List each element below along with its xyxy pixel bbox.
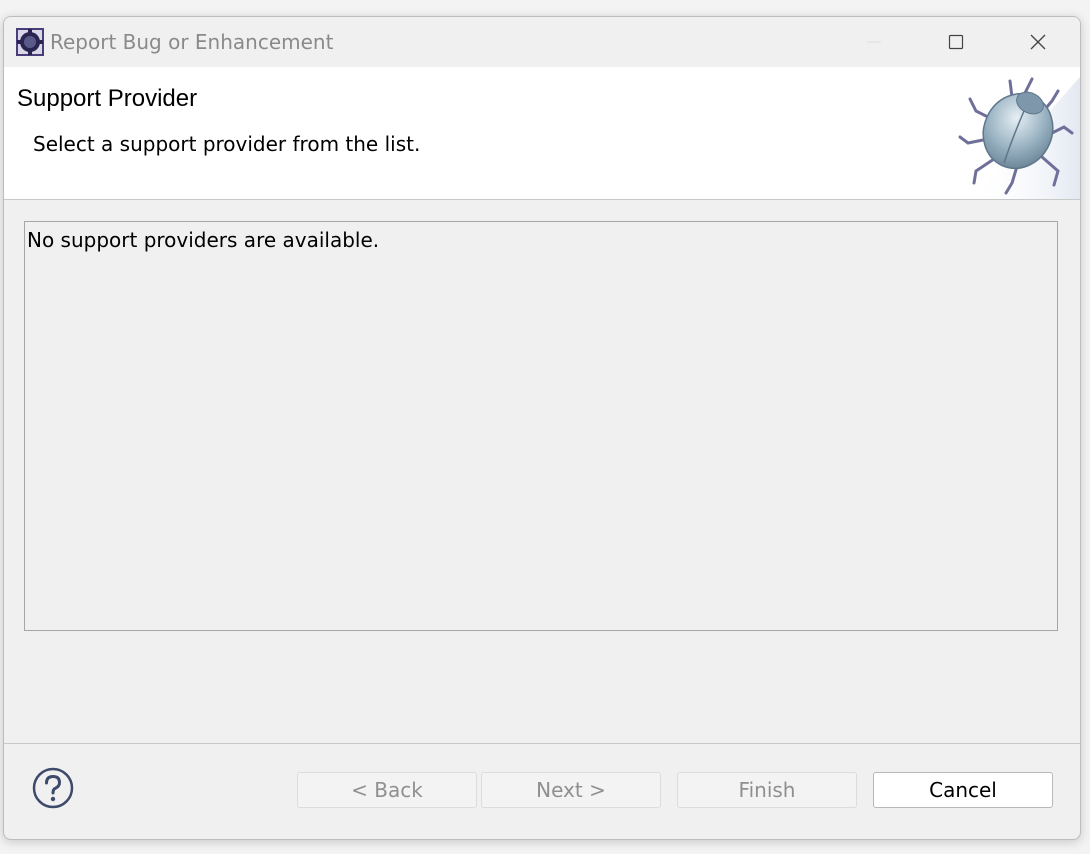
close-button[interactable]: [998, 17, 1078, 67]
minimize-button[interactable]: [834, 17, 914, 67]
page-description: Select a support provider from the list.: [33, 132, 421, 156]
wizard-header: Support Provider Select a support provid…: [4, 67, 1080, 200]
finish-button[interactable]: Finish: [677, 772, 857, 808]
bug-icon: [958, 77, 1080, 199]
minimize-icon: [867, 41, 881, 43]
app-icon: [16, 28, 44, 56]
back-button[interactable]: < Back: [297, 772, 477, 808]
next-button[interactable]: Next >: [481, 772, 661, 808]
cancel-button[interactable]: Cancel: [873, 772, 1053, 808]
help-icon[interactable]: [32, 767, 74, 809]
provider-list[interactable]: No support providers are available.: [24, 221, 1058, 631]
maximize-icon: [948, 34, 964, 50]
page-title: Support Provider: [17, 85, 198, 112]
empty-list-message: No support providers are available.: [27, 228, 380, 252]
footer-separator: [4, 743, 1080, 744]
close-icon: [1030, 34, 1046, 50]
wizard-dialog: Report Bug or Enhancement Support Provid…: [3, 16, 1081, 840]
maximize-button[interactable]: [916, 17, 996, 67]
title-bar: Report Bug or Enhancement: [4, 17, 1080, 67]
window-title: Report Bug or Enhancement: [50, 30, 334, 54]
